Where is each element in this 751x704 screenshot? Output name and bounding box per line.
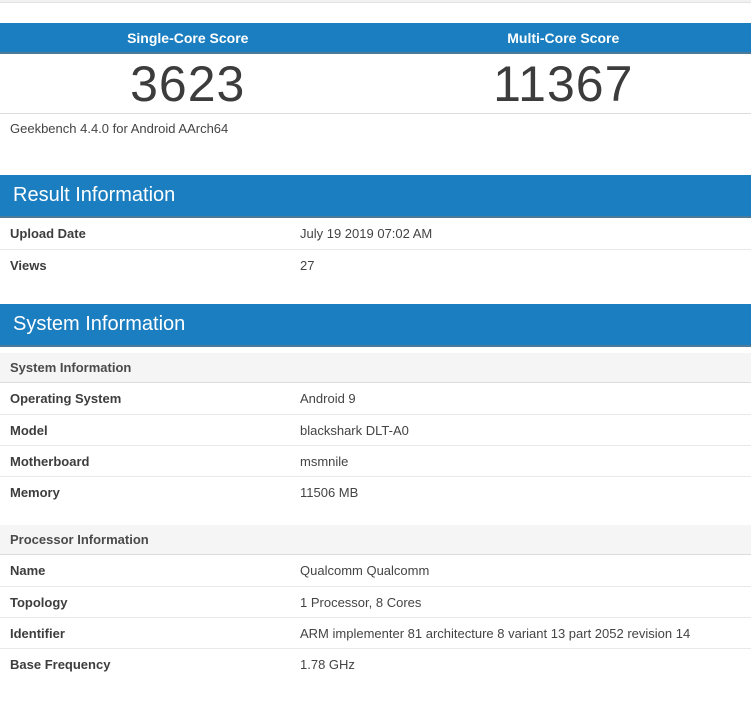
multi-core-score-label: Multi-Core Score <box>376 23 751 52</box>
system-information-section: System Information System Information Op… <box>0 304 751 679</box>
system-information-group-heading: System Information <box>0 353 751 383</box>
row-motherboard: Motherboard msmnile <box>0 445 751 476</box>
row-name: Name Qualcomm Qualcomm <box>0 555 751 586</box>
row-operating-system: Operating System Android 9 <box>0 383 751 414</box>
row-label: Identifier <box>0 626 300 641</box>
system-information-title: System Information <box>0 304 751 347</box>
row-label: Upload Date <box>0 226 300 241</box>
row-label: Views <box>0 258 300 273</box>
score-header-bar: Single-Core Score Multi-Core Score <box>0 23 751 54</box>
row-views: Views 27 <box>0 249 751 280</box>
row-value: 11506 MB <box>300 478 751 507</box>
row-identifier: Identifier ARM implementer 81 architectu… <box>0 617 751 648</box>
single-core-score-label: Single-Core Score <box>0 23 376 52</box>
row-value: Android 9 <box>300 384 751 413</box>
row-value: ARM implementer 81 architecture 8 varian… <box>300 619 751 648</box>
row-label: Motherboard <box>0 454 300 469</box>
row-upload-date: Upload Date July 19 2019 07:02 AM <box>0 218 751 249</box>
row-label: Base Frequency <box>0 657 300 672</box>
multi-core-score-value: 11367 <box>376 54 751 113</box>
result-information-title: Result Information <box>0 175 751 218</box>
single-core-score-value: 3623 <box>0 54 376 113</box>
row-base-frequency: Base Frequency 1.78 GHz <box>0 648 751 679</box>
row-value: Qualcomm Qualcomm <box>300 556 751 585</box>
row-value: blackshark DLT-A0 <box>300 416 751 445</box>
row-value: 1.78 GHz <box>300 650 751 679</box>
row-label: Operating System <box>0 391 300 406</box>
row-memory: Memory 11506 MB <box>0 476 751 507</box>
row-label: Name <box>0 563 300 578</box>
row-value: msmnile <box>300 447 751 476</box>
row-label: Memory <box>0 485 300 500</box>
row-label: Model <box>0 423 300 438</box>
row-model: Model blackshark DLT-A0 <box>0 414 751 445</box>
row-label: Topology <box>0 595 300 610</box>
result-information-section: Result Information Upload Date July 19 2… <box>0 175 751 280</box>
benchmark-version-caption: Geekbench 4.4.0 for Android AArch64 <box>0 114 751 142</box>
row-value: 27 <box>300 251 751 280</box>
top-divider <box>0 0 751 3</box>
row-value: July 19 2019 07:02 AM <box>300 219 751 248</box>
score-values: 3623 11367 <box>0 54 751 114</box>
processor-information-group-heading: Processor Information <box>0 525 751 555</box>
row-value: 1 Processor, 8 Cores <box>300 588 751 617</box>
row-topology: Topology 1 Processor, 8 Cores <box>0 586 751 617</box>
